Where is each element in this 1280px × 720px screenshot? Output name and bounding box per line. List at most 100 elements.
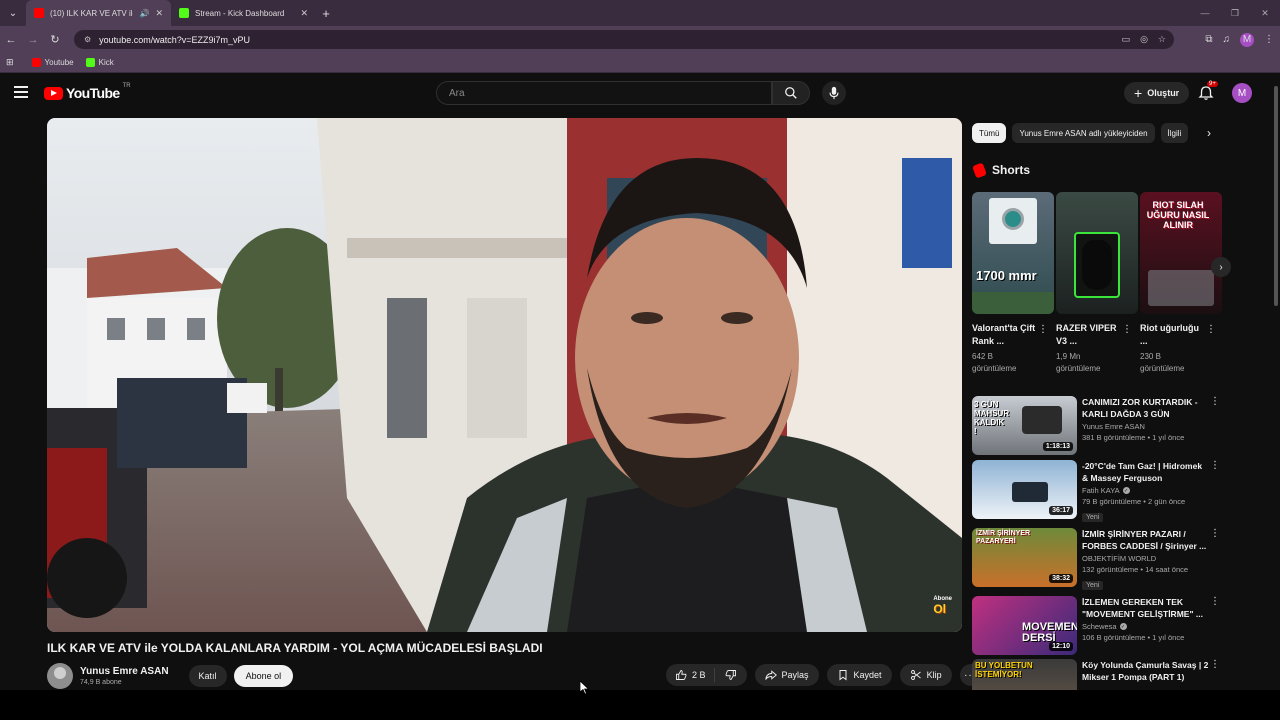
- scissors-icon: [910, 670, 921, 680]
- forward-button[interactable]: →: [22, 26, 44, 53]
- rec-channel-name: OBJEKTİFİM WORLD: [1082, 554, 1157, 563]
- chip-related[interactable]: İlgili: [1160, 123, 1189, 143]
- close-tab-icon[interactable]: ✕: [155, 8, 163, 19]
- rec-title[interactable]: CANIMIZI ZOR KURTARDIK - KARLI DAĞDA 3 G…: [1082, 396, 1210, 420]
- chip-from-uploader[interactable]: Yunus Emre ASAN adlı yükleyiciden: [1012, 123, 1155, 143]
- rec-thumbnail[interactable]: 3 GÜN MAHSUR KALDIK ! 1:18:13: [972, 396, 1077, 455]
- rec-title[interactable]: -20°C'de Tam Gaz! | Hidromek & Massey Fe…: [1082, 460, 1210, 484]
- chip-all[interactable]: Tümü: [972, 123, 1007, 143]
- subscribe-button[interactable]: Abone ol: [233, 665, 294, 687]
- create-button[interactable]: + Oluştur: [1124, 82, 1190, 104]
- site-info-icon[interactable]: ⚙: [84, 35, 91, 44]
- recommendation-item[interactable]: 3 GÜN MAHSUR KALDIK ! 1:18:13 CANIMIZI Z…: [972, 396, 1222, 456]
- back-button[interactable]: ←: [0, 26, 22, 53]
- maximize-icon[interactable]: ❐: [1220, 0, 1250, 26]
- kebab-menu-icon[interactable]: ⋮: [1210, 460, 1220, 471]
- rec-title[interactable]: Köy Yolunda Çamurla Savaş | 2 Mikser 1 P…: [1082, 659, 1210, 683]
- extensions-icon[interactable]: ⧉: [1205, 34, 1212, 45]
- short-card[interactable]: RAZER VIPER V3 ... 1,9 Mn görüntüleme ⋮: [1056, 192, 1138, 375]
- browser-menu-icon[interactable]: ⋮: [1264, 34, 1274, 45]
- clip-button[interactable]: Klip: [899, 664, 952, 686]
- eye-off-icon[interactable]: ◎: [1140, 34, 1148, 45]
- close-tab-icon[interactable]: ✕: [300, 8, 308, 19]
- verified-check-icon: ✓: [1119, 623, 1127, 630]
- browser-tab-strip: ⌄ (10) ILK KAR VE ATV ile YOLDA KALANLAR…: [0, 0, 1280, 26]
- kebab-menu-icon[interactable]: ⋮: [1210, 528, 1220, 539]
- tab-search-icon[interactable]: ⌄: [0, 0, 26, 26]
- recommendation-item[interactable]: 36:17 -20°C'de Tam Gaz! | Hidromek & Mas…: [972, 460, 1222, 522]
- country-code: TR: [122, 83, 131, 89]
- minimize-icon[interactable]: —: [1190, 0, 1220, 26]
- kebab-menu-icon[interactable]: ⋮: [1038, 324, 1048, 335]
- share-button[interactable]: Paylaş: [754, 664, 819, 686]
- toolbar-icons: ⧉ ♫ M ⋮: [1205, 26, 1274, 53]
- account-avatar[interactable]: M: [1232, 83, 1252, 103]
- kebab-menu-icon[interactable]: ⋮: [1210, 396, 1220, 407]
- tab-youtube[interactable]: (10) ILK KAR VE ATV ile YOLDA KALANLARA …: [26, 0, 171, 26]
- scrollbar-thumb[interactable]: [1274, 86, 1278, 306]
- kebab-menu-icon[interactable]: ⋮: [1210, 659, 1220, 670]
- channel-avatar[interactable]: [47, 663, 73, 689]
- channel-owner-row: Yunus Emre ASAN 74,9 B abone Katıl Abone…: [47, 662, 294, 690]
- notifications-button[interactable]: 9+: [1198, 81, 1218, 101]
- share-icon: [764, 670, 777, 680]
- rec-meta: 381 B görüntüleme • 1 yıl önce: [1082, 433, 1185, 442]
- tab-kick[interactable]: Stream - Kick Dashboard ✕: [171, 0, 316, 26]
- reload-button[interactable]: ↻: [44, 26, 66, 53]
- kebab-menu-icon[interactable]: ⋮: [1210, 596, 1220, 607]
- cast-icon[interactable]: ▭: [1122, 34, 1131, 45]
- audio-playing-icon[interactable]: 🔊: [139, 9, 149, 18]
- chips-next-button[interactable]: ›: [1198, 122, 1220, 144]
- shorts-next-button[interactable]: ›: [1211, 257, 1231, 277]
- recommendation-item[interactable]: İZMİR ŞİRİNYER PAZARYERİ 38:32 İZMİR ŞİR…: [972, 528, 1222, 590]
- rec-meta: 106 B görüntüleme • 1 yıl önce: [1082, 633, 1185, 642]
- close-window-icon[interactable]: ✕: [1250, 0, 1280, 26]
- search-button[interactable]: [772, 81, 810, 105]
- rec-title[interactable]: İZMİR ŞİRİNYER PAZARI / FORBES CADDESİ /…: [1082, 528, 1210, 552]
- rec-channel-name: Fatih KAYA: [1082, 486, 1120, 495]
- profile-avatar[interactable]: M: [1240, 32, 1254, 47]
- url-bar[interactable]: ⚙ youtube.com/watch?v=EZZ9i7m_vPU ▭ ◎ ☆: [74, 30, 1174, 49]
- rec-thumbnail[interactable]: BU YOLBETUN İSTEMİYOR!: [972, 659, 1077, 690]
- save-button[interactable]: Kaydet: [826, 664, 892, 686]
- short-title[interactable]: Riot uğurluğu ...: [1140, 322, 1204, 348]
- rec-title[interactable]: İZLEMEN GEREKEN TEK "MOVEMENT GELİŞTİRME…: [1082, 596, 1210, 620]
- rec-channel[interactable]: OBJEKTİFİM WORLD: [1082, 554, 1210, 563]
- kebab-menu-icon[interactable]: ⋮: [1122, 324, 1132, 335]
- recommendation-item[interactable]: MOVEMENT DERSİ 12:10 İZLEMEN GEREKEN TEK…: [972, 596, 1222, 656]
- short-card[interactable]: 1700 mmr Valorant'ta Çift Rank ... 642 B…: [972, 192, 1054, 375]
- short-title[interactable]: Valorant'ta Çift Rank ...: [972, 322, 1036, 348]
- rec-thumbnail[interactable]: MOVEMENT DERSİ 12:10: [972, 596, 1077, 655]
- rec-channel[interactable]: Schewesa ✓: [1082, 622, 1210, 631]
- search-input[interactable]: Ara: [436, 81, 772, 105]
- join-button[interactable]: Katıl: [188, 665, 227, 687]
- apps-grid-icon[interactable]: ⊞: [6, 57, 14, 68]
- dislike-button[interactable]: [715, 664, 747, 686]
- bookmark-kick[interactable]: Kick: [85, 58, 114, 67]
- tab-title: (10) ILK KAR VE ATV ile YOLDA KALANLARA …: [50, 8, 133, 18]
- like-button[interactable]: 2 B: [666, 668, 715, 682]
- logo-text: YouTube: [66, 85, 120, 101]
- rec-channel[interactable]: Yunus Emre ASAN: [1082, 422, 1210, 431]
- short-thumbnail[interactable]: 1700 mmr: [972, 192, 1054, 314]
- rec-thumbnail[interactable]: 36:17: [972, 460, 1077, 519]
- bookmark-star-icon[interactable]: ☆: [1158, 34, 1166, 45]
- rec-thumbnail[interactable]: İZMİR ŞİRİNYER PAZARYERİ 38:32: [972, 528, 1077, 587]
- short-thumbnail[interactable]: RIOT SILAH UĞURU NASIL ALINIR: [1140, 192, 1222, 314]
- recommendation-item[interactable]: BU YOLBETUN İSTEMİYOR! Köy Yolunda Çamur…: [972, 659, 1222, 690]
- kebab-menu-icon[interactable]: ⋮: [1206, 324, 1216, 335]
- channel-name[interactable]: Yunus Emre ASAN: [80, 666, 169, 677]
- bookmark-youtube[interactable]: Youtube: [31, 58, 74, 67]
- youtube-logo[interactable]: YouTube TR: [44, 83, 131, 101]
- rec-channel[interactable]: Fatih KAYA ✓: [1082, 486, 1210, 495]
- short-title[interactable]: RAZER VIPER V3 ...: [1056, 322, 1120, 348]
- subscribe-watermark[interactable]: Abone Ol: [933, 596, 952, 616]
- voice-search-button[interactable]: [822, 81, 846, 105]
- video-player[interactable]: Abone Ol: [47, 118, 962, 632]
- new-tab-button[interactable]: +: [316, 0, 336, 26]
- hamburger-menu-icon[interactable]: [14, 86, 28, 101]
- short-thumbnail[interactable]: [1056, 192, 1138, 314]
- clip-label: Klip: [926, 670, 942, 680]
- short-card[interactable]: RIOT SILAH UĞURU NASIL ALINIR Riot uğurl…: [1140, 192, 1222, 375]
- media-controls-icon[interactable]: ♫: [1223, 34, 1231, 45]
